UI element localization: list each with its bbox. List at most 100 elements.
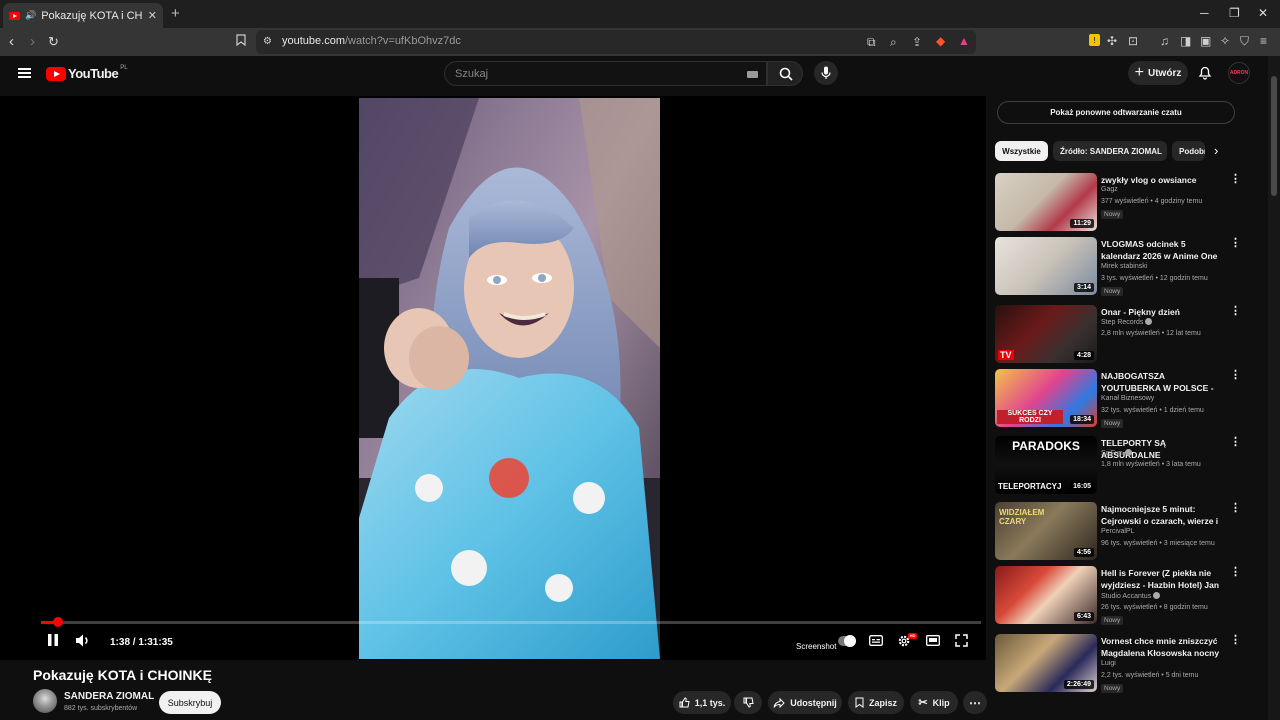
chip-all[interactable]: Wszystkie	[995, 141, 1048, 161]
speaker-icon[interactable]: 🔊	[25, 10, 36, 21]
progress-scrubber[interactable]	[52, 617, 63, 627]
subtitles-button[interactable]	[869, 634, 883, 648]
recommendation-title[interactable]: VLOGMAS odcinek 5 kalendarz 2026 w Anime…	[1101, 238, 1223, 262]
fullscreen-button[interactable]	[955, 634, 968, 649]
recommendation-channel[interactable]: PercivalPL	[1101, 528, 1134, 535]
account-avatar[interactable]: ADRON	[1228, 62, 1250, 84]
page-scrollbar[interactable]	[1268, 56, 1280, 720]
recommendation-item[interactable]: PARADOKSTELEPORTACYJ16:05TELEPORTY SĄ AB…	[995, 436, 1245, 496]
subscribe-button[interactable]: Subskrybuj	[159, 691, 221, 714]
share-button[interactable]: Udostępnij	[768, 691, 842, 714]
extensions-puzzle-icon[interactable]: ✣	[1107, 34, 1117, 48]
reload-icon[interactable]: ↻	[48, 33, 59, 51]
more-vert-icon[interactable]: ⋮	[1230, 306, 1241, 317]
scrollbar-thumb[interactable]	[1271, 76, 1277, 196]
recommendation-channel[interactable]: Kanał Biznesowy	[1101, 395, 1154, 402]
video-thumbnail[interactable]: 2:26:49	[995, 634, 1097, 692]
volume-button[interactable]	[76, 634, 91, 649]
back-icon[interactable]: ‹	[9, 33, 14, 51]
vpn-shield-icon[interactable]: ⛉	[1240, 34, 1249, 48]
recommendation-item[interactable]: SUKCES CZY RODZI 18:34 NAJBOGATSZA YOUTUBE…	[995, 369, 1245, 429]
search-input[interactable]: Szukaj	[444, 61, 767, 86]
create-button[interactable]: + Utwórz	[1128, 61, 1188, 85]
recommendation-channel[interactable]: Studio Accantus	[1101, 592, 1161, 600]
recommendation-title[interactable]: Hell is Forever (Z piekła nie wyjdziesz …	[1101, 567, 1223, 591]
recommendation-title[interactable]: zwykły vlog o owsiance	[1101, 174, 1223, 186]
notifications-bell-icon[interactable]	[1198, 65, 1212, 85]
more-vert-icon[interactable]: ⋮	[1230, 238, 1241, 249]
search-button[interactable]	[767, 61, 803, 86]
video-thumbnail[interactable]: WIDZIAŁEM CZARY 4:56	[995, 502, 1097, 560]
miniplayer-button[interactable]	[926, 634, 940, 648]
share-icon[interactable]: ⇪	[912, 35, 922, 49]
recommendation-channel[interactable]: SciFun	[1101, 449, 1132, 457]
dislike-button[interactable]	[734, 691, 762, 714]
window-close-icon[interactable]: ✕	[1258, 6, 1268, 20]
save-button[interactable]: Zapisz	[848, 691, 904, 714]
guide-menu-icon[interactable]	[18, 68, 31, 78]
recommendation-item[interactable]: 3:14 VLOGMAS odcinek 5 kalendarz 2026 w A…	[995, 237, 1245, 297]
recommendation-item[interactable]: 2:26:49 Vornest chce mnie zniszczyć Magda…	[995, 634, 1245, 694]
rewards-icon[interactable]: ▲	[958, 34, 970, 48]
bookmark-icon[interactable]	[236, 34, 246, 49]
recommendation-title[interactable]: NAJBOGATSZA YOUTUBERKA W POLSCE - JAK PO…	[1101, 370, 1223, 394]
video-thumbnail[interactable]: SUKCES CZY RODZI 18:34	[995, 369, 1097, 427]
recommendation-channel[interactable]: Mirek stabinski	[1101, 263, 1147, 270]
video-player[interactable]: 1:38 / 1:31:35 Screenshot HD	[0, 96, 986, 660]
more-actions-button[interactable]: ⋯	[963, 691, 987, 714]
autoplay-toggle[interactable]	[838, 635, 856, 647]
video-thumbnail[interactable]: PARADOKS TELEPORTACYJ 16:05	[995, 436, 1097, 494]
brave-shields-icon[interactable]: ◆	[936, 34, 945, 48]
more-vert-icon[interactable]: ⋮	[1230, 635, 1241, 646]
video-thumbnail[interactable]: 3:14	[995, 237, 1097, 295]
pause-button[interactable]	[47, 634, 59, 648]
browser-menu-icon[interactable]: ≡	[1260, 34, 1267, 48]
like-button[interactable]: 1,1 tys.	[673, 691, 731, 714]
video-thumbnail[interactable]: TV 4:28	[995, 305, 1097, 363]
more-vert-icon[interactable]: ⋮	[1230, 174, 1241, 185]
screenshot-label[interactable]: Screenshot	[796, 642, 836, 651]
chip-similar[interactable]: Podobne	[1172, 141, 1205, 161]
voice-search-button[interactable]	[814, 61, 838, 85]
more-vert-icon[interactable]: ⋮	[1230, 370, 1241, 381]
video-thumbnail[interactable]: 6:43	[995, 566, 1097, 624]
zoom-icon[interactable]: ⌕	[890, 35, 897, 49]
site-settings-icon[interactable]: ⚙	[263, 35, 272, 49]
forward-icon[interactable]: ›	[30, 33, 35, 51]
youtube-logo[interactable]: YouTube PL	[46, 65, 128, 81]
clip-button[interactable]: ✂ Klip	[910, 691, 958, 714]
new-tab-icon[interactable]: +	[171, 5, 180, 22]
wallet-icon[interactable]: ▣	[1200, 34, 1211, 48]
recommendation-channel[interactable]: Luigi	[1101, 660, 1116, 667]
more-vert-icon[interactable]: ⋮	[1230, 437, 1241, 448]
chat-replay-button[interactable]: Pokaż ponowne odtwarzanie czatu	[997, 101, 1235, 124]
channel-avatar[interactable]	[33, 689, 57, 713]
progress-bar[interactable]	[41, 617, 981, 627]
chip-source-channel[interactable]: Źródło: SANDERA ZIOMAL	[1053, 141, 1167, 161]
extension-icon[interactable]: !	[1089, 34, 1100, 46]
recommendation-title[interactable]: Onar - Piękny dzień	[1101, 306, 1223, 318]
browser-tab[interactable]: 🔊 Pokazuję KOTA i CHOINKĘ - YouTube ✕	[3, 3, 163, 28]
recommendation-item[interactable]: 11:29 zwykły vlog o owsiance Gagz 377 wyświ…	[995, 173, 1245, 233]
recommendation-channel[interactable]: Gagz	[1101, 186, 1118, 193]
recommendation-title[interactable]: Najmocniejsze 5 minut: Cejrowski o czara…	[1101, 503, 1223, 527]
recommendation-item[interactable]: WIDZIAŁEM CZARY 4:56 Najmocniejsze 5 minut…	[995, 502, 1245, 562]
recommendation-item[interactable]: 6:43 Hell is Forever (Z piekła nie wyjdzi…	[995, 566, 1245, 626]
recommendation-title[interactable]: Vornest chce mnie zniszczyć Magdalena Kł…	[1101, 635, 1223, 659]
restore-icon[interactable]: ❐	[1229, 6, 1240, 20]
more-vert-icon[interactable]: ⋮	[1230, 567, 1241, 578]
leo-ai-icon[interactable]: ✧	[1220, 34, 1230, 48]
open-in-app-icon[interactable]: ⧉	[867, 35, 876, 49]
screenshot-ext-icon[interactable]: ⊡	[1128, 34, 1138, 48]
sidebar-icon[interactable]: ◨	[1180, 34, 1191, 48]
video-frame[interactable]	[359, 98, 660, 659]
tab-close-icon[interactable]: ✕	[148, 9, 157, 22]
recommendation-channel[interactable]: Step Records	[1101, 318, 1153, 326]
media-icon[interactable]: ♫	[1160, 34, 1169, 48]
minimize-icon[interactable]: ─	[1200, 6, 1209, 20]
recommendation-item[interactable]: TV 4:28 Onar - Piękny dzień Step Records 2,8…	[995, 305, 1245, 365]
video-thumbnail[interactable]: 11:29	[995, 173, 1097, 231]
address-bar[interactable]: ⚙ youtube.com/watch?v=ufKbOhvz7dc ⧉ ⌕ ⇪ …	[256, 30, 976, 54]
chips-next-icon[interactable]: ›	[1214, 143, 1218, 158]
more-vert-icon[interactable]: ⋮	[1230, 503, 1241, 514]
